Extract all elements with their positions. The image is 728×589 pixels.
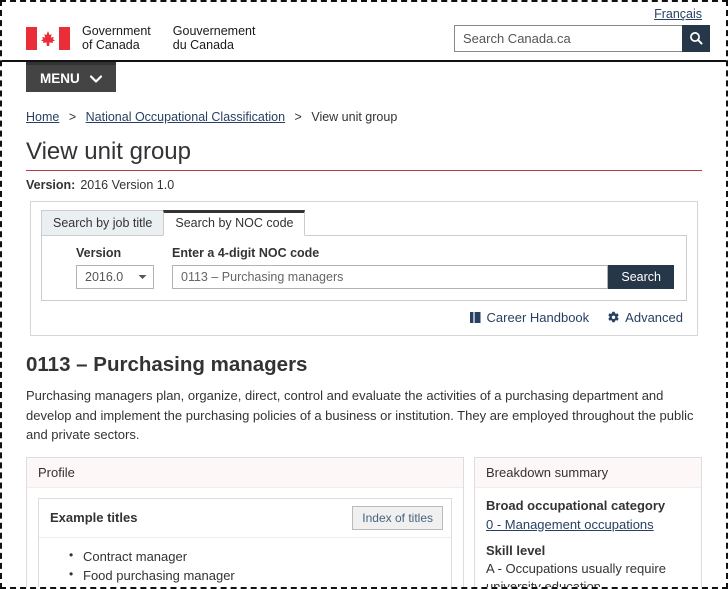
menu-bar: MENU: [2, 62, 726, 92]
profile-panel-body: Example titles Index of titles Contract …: [27, 488, 463, 588]
version-select-value: 2016.0: [85, 270, 124, 284]
advanced-link[interactable]: Advanced: [607, 310, 683, 325]
occupation-description: Purchasing managers plan, organize, dire…: [26, 388, 694, 442]
tab-search-by-job-title[interactable]: Search by job title: [41, 210, 165, 236]
gear-icon: [608, 311, 619, 323]
version-field-label: Version: [76, 246, 122, 260]
version-line: Version: 2016 Version 1.0: [26, 178, 702, 201]
example-titles-header: Example titles Index of titles: [39, 498, 451, 538]
example-titles-heading: Example titles: [50, 510, 138, 525]
noc-code-field-group: Enter a 4-digit NOC code Search: [172, 246, 674, 289]
noc-code-input[interactable]: [172, 265, 609, 289]
search-tabs: Search by job title Search by NOC code: [41, 210, 687, 236]
version-select[interactable]: 2016.0: [76, 265, 154, 289]
broad-category-label: Broad occupational category: [486, 497, 666, 513]
detail-panels: Profile Example titles Index of titles C…: [26, 456, 702, 589]
breadcrumb-sep-1: >: [68, 110, 77, 124]
brand-row: Government of Canada Gouvernement du Can…: [14, 22, 714, 52]
site-search-input[interactable]: [454, 24, 682, 52]
chevron-down-icon: [138, 275, 147, 279]
list-item: Contract manager: [69, 546, 451, 566]
site-header: Français Government of Canada Gouverneme…: [2, 2, 726, 62]
skill-level-label: Skill level: [486, 542, 546, 558]
broad-category-link[interactable]: 0 - Management occupations: [486, 515, 690, 542]
site-search: [454, 24, 710, 52]
wordmark-en-line2: of Canada: [82, 38, 140, 52]
breakdown-panel-body: Broad occupational category 0 - Manageme…: [475, 488, 701, 589]
goc-brand[interactable]: Government of Canada Gouvernement du Can…: [14, 24, 255, 52]
noc-code-field-label: Enter a 4-digit NOC code: [172, 246, 320, 260]
search-panel-links: Career Handbook Advanced: [41, 301, 687, 327]
language-toggle-link[interactable]: Français: [654, 7, 714, 21]
noc-code-input-wrap: Search: [172, 265, 674, 289]
breakdown-summary-panel: Breakdown summary Broad occupational cat…: [474, 456, 702, 589]
language-toggle-row: Français: [14, 5, 714, 22]
list-item: Food purchasing manager: [69, 565, 451, 585]
tab-search-by-noc-code[interactable]: Search by NOC code: [163, 210, 306, 236]
noc-search-button[interactable]: Search: [608, 265, 674, 289]
breadcrumb-current: View unit group: [311, 110, 398, 124]
version-field-group: Version 2016.0: [54, 246, 154, 289]
menu-button[interactable]: MENU: [26, 62, 116, 92]
site-search-button[interactable]: [682, 24, 710, 52]
wordmark-fr-line2: du Canada: [172, 38, 234, 52]
breakdown-panel-heading: Breakdown summary: [475, 457, 701, 488]
index-of-titles-button[interactable]: Index of titles: [352, 505, 443, 530]
example-titles-panel: Example titles Index of titles Contract …: [38, 497, 452, 588]
breadcrumb-home[interactable]: Home: [26, 110, 59, 124]
page-title: View unit group: [26, 138, 702, 171]
chevron-down-icon: [89, 74, 102, 83]
book-icon: [469, 312, 481, 323]
noc-search-panel: Search by job title Search by NOC code V…: [30, 201, 698, 336]
profile-panel-heading: Profile: [27, 457, 463, 488]
wordmark-fr-line1: Gouvernement: [172, 24, 256, 38]
profile-panel: Profile Example titles Index of titles C…: [26, 456, 464, 588]
list-item: Material manager: [69, 584, 451, 588]
main-content: Home > National Occupational Classificat…: [2, 92, 726, 589]
search-tab-body: Version 2016.0 Enter a 4-digit NOC code …: [41, 235, 687, 301]
browser-page: Français Government of Canada Gouverneme…: [0, 0, 728, 589]
goc-wordmark: Government of Canada Gouvernement du Can…: [82, 24, 255, 52]
version-label: Version:: [26, 178, 76, 192]
version-value: 2016 Version 1.0: [80, 178, 175, 192]
breadcrumb: Home > National Occupational Classificat…: [26, 106, 702, 138]
advanced-label: Advanced: [625, 310, 683, 325]
menu-button-label: MENU: [40, 71, 80, 86]
occupation-title: 0113 – Purchasing managers: [26, 353, 308, 376]
career-handbook-link[interactable]: Career Handbook: [469, 310, 590, 325]
wordmark-en-line1: Government: [82, 24, 151, 38]
career-handbook-label: Career Handbook: [486, 310, 590, 325]
breadcrumb-noc[interactable]: National Occupational Classification: [86, 110, 285, 124]
canada-flag-icon: [26, 26, 70, 50]
search-icon: [690, 32, 703, 45]
example-titles-list: Contract manager Food purchasing manager…: [39, 538, 451, 588]
breadcrumb-sep-2: >: [294, 110, 302, 124]
skill-level-text: A - Occupations usually require universi…: [486, 560, 666, 589]
